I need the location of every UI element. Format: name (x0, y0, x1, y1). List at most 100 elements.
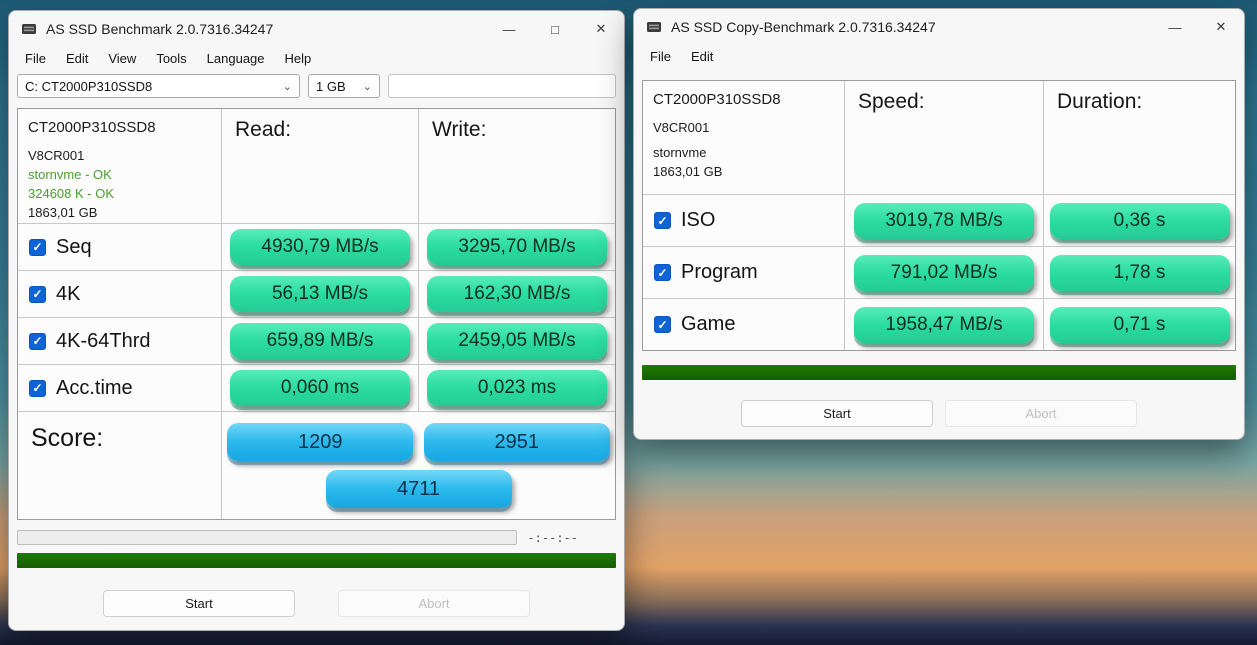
4k64-write-value: 2459,05 MB/s (427, 323, 607, 359)
menu-language[interactable]: Language (197, 47, 275, 70)
duration-column-header: Duration: (1043, 81, 1235, 194)
4k-read-value: 56,13 MB/s (230, 276, 410, 312)
abort-button[interactable]: Abort (945, 400, 1137, 427)
score-read-value: 1209 (227, 423, 413, 461)
menu-edit[interactable]: Edit (681, 45, 723, 68)
check-icon: ✓ (657, 266, 667, 280)
acctime-write-value: 0,023 ms (427, 370, 607, 406)
check-icon: ✓ (32, 240, 42, 254)
iso-checkbox[interactable]: ✓ (654, 212, 671, 229)
menu-edit[interactable]: Edit (56, 47, 98, 70)
acctime-checkbox[interactable]: ✓ (29, 380, 46, 397)
check-icon: ✓ (657, 214, 667, 228)
driver-status: stornvme - OK (28, 165, 211, 184)
window-title: AS SSD Benchmark 2.0.7316.34247 (46, 21, 273, 37)
menu-view[interactable]: View (98, 47, 146, 70)
row-label-acctime: Acc.time (56, 377, 133, 400)
program-duration-value: 1,78 s (1050, 255, 1230, 291)
table-row-program: ✓ Program 791,02 MB/s 1,78 s (643, 246, 1235, 298)
drive-model: CT2000P310SSD8 (653, 90, 834, 109)
benchmark-window: AS SSD Benchmark 2.0.7316.34247 — □ ✕ Fi… (8, 10, 625, 631)
check-icon: ✓ (657, 318, 667, 332)
benchmark-progress-bar (17, 530, 517, 545)
4k64-checkbox[interactable]: ✓ (29, 333, 46, 350)
start-button[interactable]: Start (741, 400, 933, 427)
table-row-4k: ✓ 4K 56,13 MB/s 162,30 MB/s (18, 270, 615, 317)
drive-firmware: V8CR001 (653, 118, 834, 137)
benchmark-table: CT2000P310SSD8 V8CR001 stornvme - OK 324… (17, 108, 616, 520)
drive-info: CT2000P310SSD8 V8CR001 stornvme - OK 324… (18, 109, 221, 231)
drive-capacity: 1863,01 GB (653, 162, 834, 181)
start-button[interactable]: Start (103, 590, 295, 617)
4k-write-value: 162,30 MB/s (427, 276, 607, 312)
row-label-program: Program (681, 261, 758, 284)
overall-progress-bar (17, 553, 616, 568)
write-column-header: Write: (418, 109, 615, 231)
check-icon: ✓ (32, 287, 42, 301)
remaining-time: -:--:-- (527, 531, 578, 545)
table-row-acctime: ✓ Acc.time 0,060 ms 0,023 ms (18, 364, 615, 411)
iso-duration-value: 0,36 s (1050, 203, 1230, 239)
drive-select[interactable]: C: CT2000P310SSD8 ⌄ (17, 74, 300, 98)
score-label: Score: (18, 412, 221, 519)
drive-info: CT2000P310SSD8 V8CR001 stornvme 1863,01 … (643, 81, 844, 194)
read-column-header: Read: (221, 109, 418, 231)
table-row-iso: ✓ ISO 3019,78 MB/s 0,36 s (643, 194, 1235, 246)
alignment-status: 324608 K - OK (28, 184, 211, 203)
window-title: AS SSD Copy-Benchmark 2.0.7316.34247 (671, 19, 936, 35)
check-icon: ✓ (32, 381, 42, 395)
seq-write-value: 3295,70 MB/s (427, 229, 607, 265)
drive-capacity: 1863,01 GB (28, 203, 211, 222)
extra-input[interactable] (388, 74, 616, 98)
4k64-read-value: 659,89 MB/s (230, 323, 410, 359)
speed-column-header: Speed: (844, 81, 1043, 194)
maximize-icon[interactable]: □ (532, 11, 578, 47)
close-icon[interactable]: ✕ (578, 11, 624, 47)
controls-row: C: CT2000P310SSD8 ⌄ 1 GB ⌄ (17, 74, 616, 98)
copy-benchmark-window: AS SSD Copy-Benchmark 2.0.7316.34247 — ✕… (633, 8, 1245, 440)
chevron-down-icon: ⌄ (363, 80, 372, 93)
abort-button[interactable]: Abort (338, 590, 530, 617)
chevron-down-icon: ⌄ (283, 80, 292, 93)
game-duration-value: 0,71 s (1050, 307, 1230, 343)
menubar: File Edit (634, 45, 1244, 72)
program-checkbox[interactable]: ✓ (654, 264, 671, 281)
row-label-seq: Seq (56, 236, 92, 259)
drive-driver: stornvme (653, 143, 834, 162)
minimize-icon[interactable]: — (486, 11, 532, 47)
check-icon: ✓ (32, 334, 42, 348)
overall-progress-bar (642, 365, 1236, 380)
drive-select-value: C: CT2000P310SSD8 (25, 79, 152, 94)
program-speed-value: 791,02 MB/s (854, 255, 1034, 291)
drive-firmware: V8CR001 (28, 146, 211, 165)
seq-checkbox[interactable]: ✓ (29, 239, 46, 256)
menu-file[interactable]: File (640, 45, 681, 68)
menu-file[interactable]: File (15, 47, 56, 70)
drive-model: CT2000P310SSD8 (28, 118, 211, 137)
acctime-read-value: 0,060 ms (230, 370, 410, 406)
menu-help[interactable]: Help (275, 47, 322, 70)
table-row-game: ✓ Game 1958,47 MB/s 0,71 s (643, 298, 1235, 350)
row-label-iso: ISO (681, 209, 715, 232)
iso-speed-value: 3019,78 MB/s (854, 203, 1034, 239)
table-row-4k64: ✓ 4K-64Thrd 659,89 MB/s 2459,05 MB/s (18, 317, 615, 364)
size-select-value: 1 GB (316, 79, 346, 94)
game-checkbox[interactable]: ✓ (654, 316, 671, 333)
copy-benchmark-titlebar[interactable]: AS SSD Copy-Benchmark 2.0.7316.34247 — ✕ (634, 9, 1244, 45)
row-label-game: Game (681, 313, 735, 336)
row-label-4k64: 4K-64Thrd (56, 330, 151, 353)
menu-tools[interactable]: Tools (146, 47, 196, 70)
score-total-value: 4711 (326, 470, 512, 508)
seq-read-value: 4930,79 MB/s (230, 229, 410, 265)
table-row-seq: ✓ Seq 4930,79 MB/s 3295,70 MB/s (18, 223, 615, 270)
menubar: File Edit View Tools Language Help (9, 47, 624, 74)
size-select[interactable]: 1 GB ⌄ (308, 74, 380, 98)
4k-checkbox[interactable]: ✓ (29, 286, 46, 303)
game-speed-value: 1958,47 MB/s (854, 307, 1034, 343)
score-write-value: 2951 (424, 423, 610, 461)
row-label-4k: 4K (56, 283, 80, 306)
app-icon (646, 20, 662, 34)
benchmark-titlebar[interactable]: AS SSD Benchmark 2.0.7316.34247 — □ ✕ (9, 11, 624, 47)
minimize-icon[interactable]: — (1152, 9, 1198, 45)
close-icon[interactable]: ✕ (1198, 9, 1244, 45)
